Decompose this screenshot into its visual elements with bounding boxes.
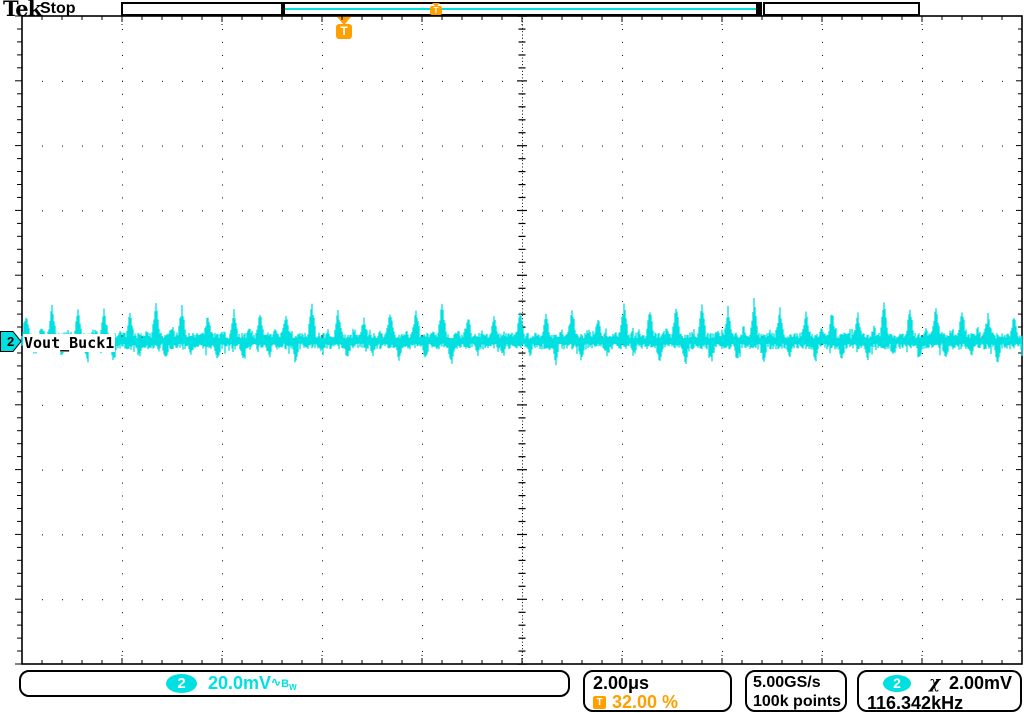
channel2-badge: 2 [166, 674, 197, 693]
bandwidth-limit-icon: BW [281, 678, 297, 690]
acquisition-readout[interactable]: 5.00GS/s 100k points [745, 670, 847, 712]
trigger-source-badge: 2 [883, 675, 911, 692]
channel2-scale-readout[interactable]: 2 20.0mV∿BW [19, 670, 570, 697]
coupling-icon: ∿ [271, 675, 281, 689]
channel2-ref-number: 2 [7, 334, 14, 349]
horizontal-readout[interactable]: 2.00μs T 32.00 % [583, 670, 732, 712]
trigger-position-percent: 32.00 % [612, 693, 678, 712]
channel2-reference-marker[interactable]: 2 [0, 331, 22, 352]
trigger-badge-icon: T [593, 696, 606, 709]
trigger-level: 2.00mV [949, 673, 1012, 694]
trigger-readout[interactable]: 2 χ 2.00mV 116.342kHz [857, 670, 1022, 712]
trigger-frequency: 116.342kHz [867, 693, 1012, 713]
oscilloscope-screen: Tek Stop T T 2 Vout_Buck1 2 20.0mV∿BW 2.… [0, 0, 1024, 713]
sample-rate: 5.00GS/s [753, 673, 839, 692]
graticule [0, 0, 1024, 713]
record-length: 100k points [753, 692, 839, 711]
channel2-waveform-label[interactable]: Vout_Buck1 [23, 334, 115, 352]
channel2-scale-text: 20.0mV∿BW [208, 673, 297, 694]
timebase-scale: 2.00μs [593, 673, 722, 693]
trigger-slope-icon: χ [929, 673, 940, 693]
